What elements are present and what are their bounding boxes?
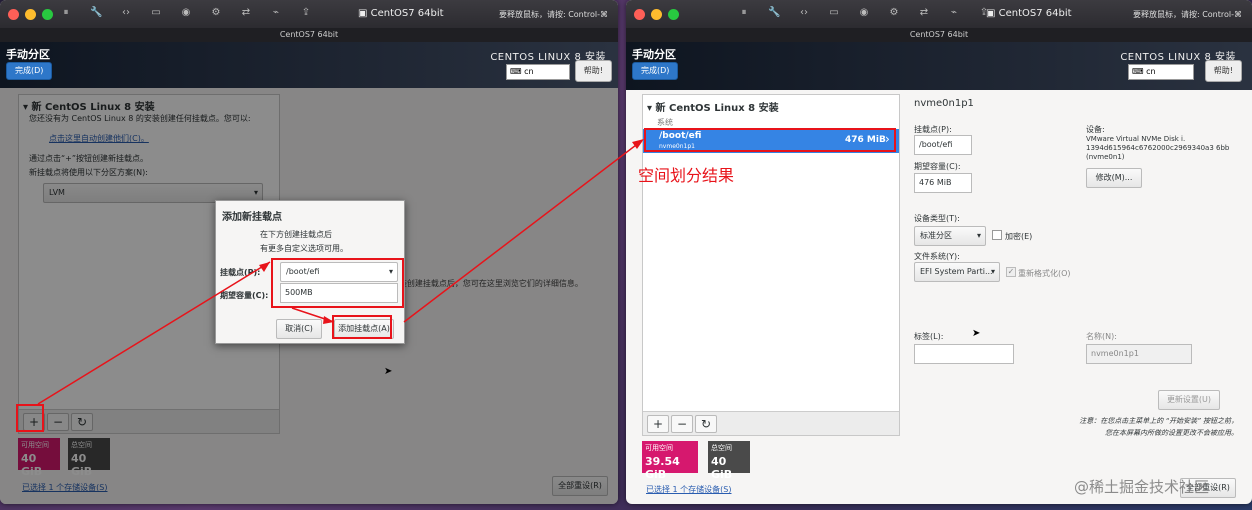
arrow-plus-to-dialog [37, 261, 271, 405]
arrow-head-icon [323, 316, 334, 324]
arrow-add-to-result [403, 141, 641, 323]
watermark: @稀土掘金技术社区 [1074, 478, 1210, 496]
arrow-head-icon [259, 262, 270, 272]
annotation-arrows [37, 139, 644, 405]
